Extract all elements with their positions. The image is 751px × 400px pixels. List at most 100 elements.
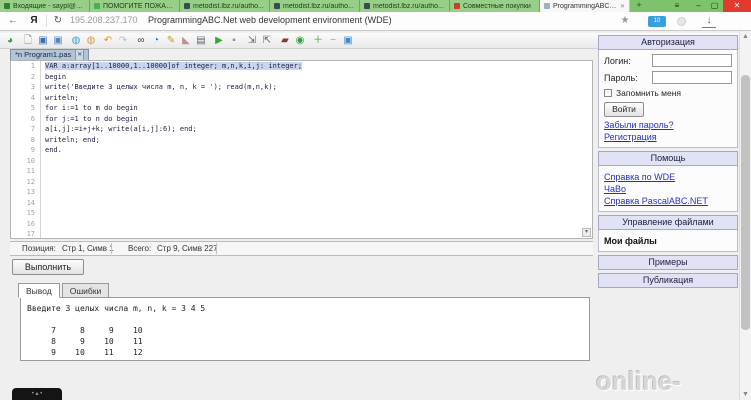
login-button[interactable]: Войти [604, 102, 644, 117]
browser-tab-0[interactable]: Входящие - saypl@m... [0, 0, 90, 12]
code-line-11[interactable]: 11 [11, 166, 592, 177]
address-title[interactable]: ProgrammingABC.Net web development envir… [148, 15, 392, 25]
code-line-17[interactable]: 17 [11, 229, 592, 238]
replace-icon[interactable]: ◔ [149, 34, 163, 48]
scroll-up-icon[interactable]: ▲ [742, 33, 749, 40]
undo-icon[interactable]: ↶ [101, 34, 115, 48]
browser-tab-4[interactable]: metodist.lbz.ru/autho... [360, 0, 450, 12]
load-cloud-icon[interactable]: ◍ [69, 34, 83, 48]
close-button[interactable]: ✕ [723, 0, 751, 12]
register-link[interactable]: Регистрация [604, 132, 732, 142]
code-line-7[interactable]: 7 a[i,j]:=i+j+k; write(a[i,j]:6); end; [11, 124, 592, 135]
run-icon[interactable]: ▶ [212, 34, 226, 48]
publish-section-header[interactable]: Публикация [598, 273, 738, 288]
editor-scroll-down-icon[interactable]: ▾ [582, 228, 591, 237]
reload-icon[interactable]: ↻ [50, 12, 66, 30]
bookmark-star-icon[interactable]: ★ [618, 12, 632, 30]
upload-cloud-icon[interactable]: ◍ [84, 34, 98, 48]
line-number: 5 [11, 103, 41, 114]
forgot-password-link[interactable]: Забыли пароль? [604, 120, 732, 130]
zoom-in-icon[interactable]: ＋ [311, 34, 325, 48]
format-icon[interactable]: ✎ [164, 34, 178, 48]
tab-label: Входящие - saypl@m... [13, 2, 85, 10]
line-text [41, 156, 45, 167]
code-line-15[interactable]: 15 [11, 208, 592, 219]
location-dot-icon[interactable] [677, 17, 686, 26]
new-tab-button[interactable]: + [630, 0, 648, 12]
help-section-body: Справка по WDE ЧаВо Справка PascalABC.NET [598, 166, 738, 212]
code-line-5[interactable]: 5 for i:=1 to m do begin [11, 103, 592, 114]
editor-file-tab[interactable]: *n Program1.pas ✕ [10, 49, 90, 61]
minimize-button[interactable]: – [691, 0, 706, 12]
auth-section-header[interactable]: Авторизация [598, 35, 738, 50]
scrollbar-thumb[interactable] [741, 75, 750, 330]
code-line-9[interactable]: 9 end. [11, 145, 592, 156]
code-line-1[interactable]: 1 VAR a:array[1..10000,1..10000]of intege… [11, 61, 592, 72]
address-host[interactable]: 195.208.237.170 [70, 15, 138, 25]
password-input[interactable] [652, 71, 732, 84]
font-increase-icon[interactable]: ⇱ [260, 34, 274, 48]
line-number: 3 [11, 82, 41, 93]
browser-menu-button[interactable]: ≡ [666, 0, 688, 12]
mail-icon [4, 3, 10, 9]
examples-section-header[interactable]: Примеры [598, 255, 738, 270]
code-line-10[interactable]: 10 [11, 155, 592, 167]
help-link-1[interactable]: ЧаВо [604, 184, 732, 194]
browser-tabs: Входящие - saypl@m... ПОМОГИТЕ ПОЖАЛ... me… [0, 0, 630, 12]
total-value: Стр 9, Симв 227 [157, 244, 218, 253]
browser-logo-icon[interactable]: Я [26, 12, 42, 30]
code-line-13[interactable]: 13 [11, 187, 592, 198]
web-icon[interactable]: ◉ [293, 34, 307, 48]
code-line-6[interactable]: 6 for j:=1 to n do begin [11, 113, 592, 124]
line-text [41, 177, 45, 188]
help-link-0[interactable]: Справка по WDE [604, 172, 732, 182]
remember-checkbox[interactable] [604, 89, 612, 97]
login-input[interactable] [652, 54, 732, 67]
line-number: 10 [11, 155, 41, 166]
code-line-3[interactable]: 3 write('Введите 3 целых числа m, n, k = … [11, 82, 592, 93]
turbo-badge-icon[interactable]: 10 [648, 16, 666, 27]
keyboard-icon[interactable]: ▤ [194, 34, 208, 48]
browser-tab-3[interactable]: metodist.lbz.ru/autho... [270, 0, 360, 12]
output-console[interactable]: Введите 3 целых числа m, n, k = 3 4 5 7 … [20, 297, 590, 361]
save-icon[interactable]: ▣ [36, 34, 50, 48]
browser-tab-5[interactable]: Совместные покупки [450, 0, 540, 12]
tab-errors[interactable]: Ошибки [61, 283, 110, 298]
files-section-header[interactable]: Управление файлами [598, 215, 738, 230]
code-line-4[interactable]: 4 writeln; [11, 92, 592, 103]
erase-icon[interactable]: ◣ [179, 34, 193, 48]
save-all-icon[interactable]: ▣ [51, 34, 65, 48]
download-icon[interactable]: ↓ [702, 14, 716, 28]
code-line-8[interactable]: 8 writeln; end; [11, 134, 592, 145]
share-icon[interactable]: ▰ [278, 34, 292, 48]
help-section-header[interactable]: Помощь [598, 151, 738, 166]
page-scrollbar[interactable]: ▲ ▼ [739, 31, 751, 400]
new-file-icon[interactable]: 🗋 [21, 34, 35, 48]
video-overlay-toast: • ▴ • [12, 388, 62, 400]
code-line-16[interactable]: 16 [11, 218, 592, 229]
pascal-logo-icon[interactable]: ◕ [3, 34, 17, 48]
font-decrease-icon[interactable]: ⇲ [245, 34, 259, 48]
line-number: 6 [11, 113, 41, 124]
zoom-out-icon[interactable]: − [326, 34, 340, 48]
stop-icon[interactable]: ▪ [227, 34, 241, 48]
back-button[interactable]: ← [4, 12, 22, 30]
theme-icon[interactable]: ▣ [341, 34, 355, 48]
browser-tab-1[interactable]: ПОМОГИТЕ ПОЖАЛ... [90, 0, 180, 12]
code-line-14[interactable]: 14 [11, 197, 592, 208]
browser-tab-2[interactable]: metodist.lbz.ru/autho... [180, 0, 270, 12]
browser-tab-6[interactable]: ProgrammingABC.N... ✕ [540, 0, 630, 12]
search-icon[interactable]: ∞ [134, 34, 148, 48]
run-button[interactable]: Выполнить [12, 259, 84, 275]
redo-icon[interactable]: ↷ [116, 34, 130, 48]
code-line-2[interactable]: 2 begin [11, 71, 592, 82]
line-text: writeln; end; [45, 135, 100, 144]
tab-output[interactable]: Вывод [18, 283, 60, 298]
tab-close-icon[interactable]: ✕ [620, 3, 625, 10]
maximize-button[interactable]: ▢ [707, 0, 722, 12]
code-line-12[interactable]: 12 [11, 176, 592, 188]
help-link-2[interactable]: Справка PascalABC.NET [604, 196, 732, 206]
line-text: writeln; [45, 93, 79, 102]
code-editor[interactable]: ▾ 1 VAR a:array[1..10000,1..10000]of inte… [10, 60, 593, 239]
sidebar-item-my-files[interactable]: Мои файлы [604, 234, 732, 248]
